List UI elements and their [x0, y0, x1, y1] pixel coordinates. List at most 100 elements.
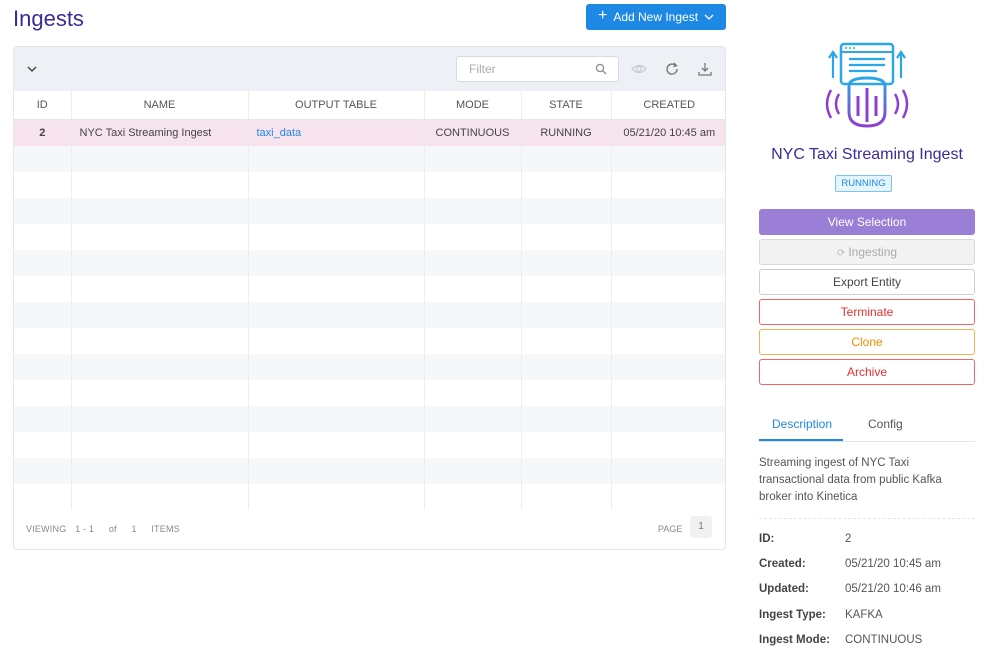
empty-cell	[424, 146, 522, 172]
add-new-ingest-button[interactable]: + Add New Ingest	[586, 4, 726, 30]
empty-cell	[611, 172, 725, 198]
empty-cell	[424, 250, 522, 276]
empty-cell	[424, 302, 522, 328]
empty-cell	[14, 380, 72, 406]
empty-cell	[14, 224, 72, 250]
download-icon[interactable]	[697, 61, 713, 77]
table-footer: VIEWING 1 - 1 of 1 ITEMS PAGE 1	[14, 509, 725, 549]
field-label: Ingest Mode:	[759, 634, 830, 646]
column-header-mode[interactable]: MODE	[424, 91, 522, 120]
empty-table-row	[14, 484, 725, 510]
total-count: 1	[131, 524, 137, 534]
empty-cell	[611, 302, 725, 328]
empty-table-row	[14, 276, 725, 302]
empty-table-row	[14, 250, 725, 276]
empty-cell	[71, 224, 249, 250]
ingesting-button[interactable]: ⟳ Ingesting	[759, 239, 975, 265]
empty-cell	[14, 198, 72, 224]
empty-table-row	[14, 224, 725, 250]
empty-cell	[611, 250, 725, 276]
detail-tabs: Description Config	[759, 410, 975, 442]
empty-cell	[71, 380, 249, 406]
ingests-page: Ingests + Add New Ingest ID NAME OUTPUT …	[0, 0, 1000, 656]
column-header-output-table[interactable]: OUTPUT TABLE	[248, 91, 425, 120]
empty-cell	[248, 172, 425, 198]
empty-cell	[521, 406, 612, 432]
empty-cell	[521, 224, 612, 250]
column-header-created[interactable]: CREATED	[611, 91, 725, 120]
empty-cell	[521, 432, 612, 458]
tab-description[interactable]: Description	[772, 417, 832, 431]
empty-cell	[611, 224, 725, 250]
output-table-link[interactable]: taxi_data	[257, 127, 302, 139]
empty-table-row	[14, 146, 725, 172]
add-new-ingest-label: Add New Ingest	[613, 10, 699, 24]
empty-cell	[611, 458, 725, 484]
empty-cell	[424, 484, 522, 510]
empty-cell	[71, 354, 249, 380]
clone-button[interactable]: Clone	[759, 329, 975, 355]
empty-cell	[14, 276, 72, 302]
empty-table-row	[14, 380, 725, 406]
empty-cell	[14, 432, 72, 458]
column-header-id[interactable]: ID	[14, 91, 72, 120]
empty-cell	[248, 224, 425, 250]
empty-cell	[14, 354, 72, 380]
empty-cell	[248, 354, 425, 380]
empty-cell	[71, 198, 249, 224]
empty-cell	[424, 276, 522, 302]
empty-cell	[248, 406, 425, 432]
empty-table-row	[14, 406, 725, 432]
status-badge: RUNNING	[835, 175, 892, 192]
empty-cell	[71, 172, 249, 198]
chevron-down-icon[interactable]	[26, 63, 38, 75]
empty-table-row	[14, 458, 725, 484]
empty-cell	[611, 432, 725, 458]
empty-cell	[71, 432, 249, 458]
empty-cell	[521, 380, 612, 406]
empty-cell	[521, 172, 612, 198]
page-title: Ingests	[13, 6, 84, 31]
empty-cell	[14, 328, 72, 354]
viewing-label: VIEWING	[26, 524, 67, 534]
refresh-icon[interactable]	[664, 61, 680, 77]
empty-cell	[611, 380, 725, 406]
empty-cell	[71, 250, 249, 276]
search-icon	[595, 63, 607, 75]
table-row[interactable]: 2 NYC Taxi Streaming Ingest taxi_data CO…	[14, 119, 725, 146]
export-entity-button[interactable]: Export Entity	[759, 269, 975, 295]
empty-cell	[611, 406, 725, 432]
empty-cell	[71, 302, 249, 328]
ingests-table: ID NAME OUTPUT TABLE MODE STATE CREATED …	[14, 91, 725, 510]
empty-cell	[424, 328, 522, 354]
column-header-state[interactable]: STATE	[521, 91, 612, 120]
field-label: ID:	[759, 533, 775, 545]
empty-cell	[71, 406, 249, 432]
empty-cell	[71, 146, 249, 172]
empty-cell	[248, 328, 425, 354]
eye-icon[interactable]	[631, 61, 647, 77]
terminate-button[interactable]: Terminate	[759, 299, 975, 325]
cell-name: NYC Taxi Streaming Ingest	[71, 119, 249, 146]
empty-cell	[424, 172, 522, 198]
column-header-name[interactable]: NAME	[71, 91, 249, 120]
empty-cell	[14, 146, 72, 172]
empty-table-row	[14, 198, 725, 224]
empty-cell	[611, 484, 725, 510]
empty-cell	[521, 146, 612, 172]
page-number-button[interactable]: 1	[690, 516, 712, 538]
ingesting-label: Ingesting	[848, 245, 898, 259]
empty-cell	[14, 250, 72, 276]
viewing-range: 1 - 1	[75, 524, 95, 534]
empty-table-row	[14, 432, 725, 458]
tab-config[interactable]: Config	[868, 417, 903, 431]
empty-cell	[521, 354, 612, 380]
empty-cell	[71, 484, 249, 510]
view-selection-button[interactable]: View Selection	[759, 209, 975, 235]
archive-button[interactable]: Archive	[759, 359, 975, 385]
empty-cell	[424, 354, 522, 380]
field-value: 2	[845, 533, 852, 545]
spinner-icon: ⟳	[836, 248, 846, 259]
cell-state: RUNNING	[521, 119, 612, 146]
empty-cell	[521, 198, 612, 224]
